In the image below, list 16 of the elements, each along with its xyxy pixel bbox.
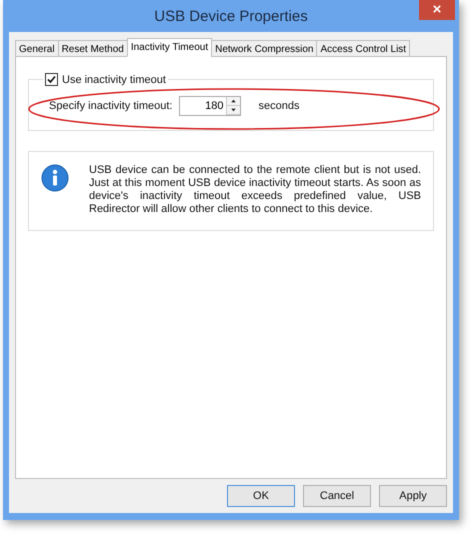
spin-field[interactable]: 180 xyxy=(178,96,240,116)
info-icon xyxy=(41,164,69,192)
close-button[interactable]: × xyxy=(419,0,455,20)
window-title: USB Device Properties xyxy=(154,8,308,24)
field-label: Specify inactivity timeout: xyxy=(49,100,172,112)
dialog-button[interactable]: Apply xyxy=(379,485,447,507)
dialog-button[interactable]: Cancel xyxy=(303,485,371,507)
info-text: USB device can be connected to the remote client but is not used. Just at this moment USB device inactivity timeout starts. As soon as device's inactivity timeout exceeds predefined value, USB Redirector will allow other clients to connect to this device. xyxy=(89,164,421,216)
checkbox[interactable] xyxy=(45,73,58,86)
tab[interactable]: Network Compression xyxy=(211,40,318,57)
checkbox-label: Use inactivity timeout xyxy=(62,74,166,86)
tab[interactable]: Access Control List xyxy=(316,40,410,57)
unit-label: seconds xyxy=(258,100,300,112)
tab[interactable]: Inactivity Timeout xyxy=(126,38,212,57)
tab[interactable]: General xyxy=(15,40,59,57)
dialog-button[interactable]: OK xyxy=(227,485,295,507)
